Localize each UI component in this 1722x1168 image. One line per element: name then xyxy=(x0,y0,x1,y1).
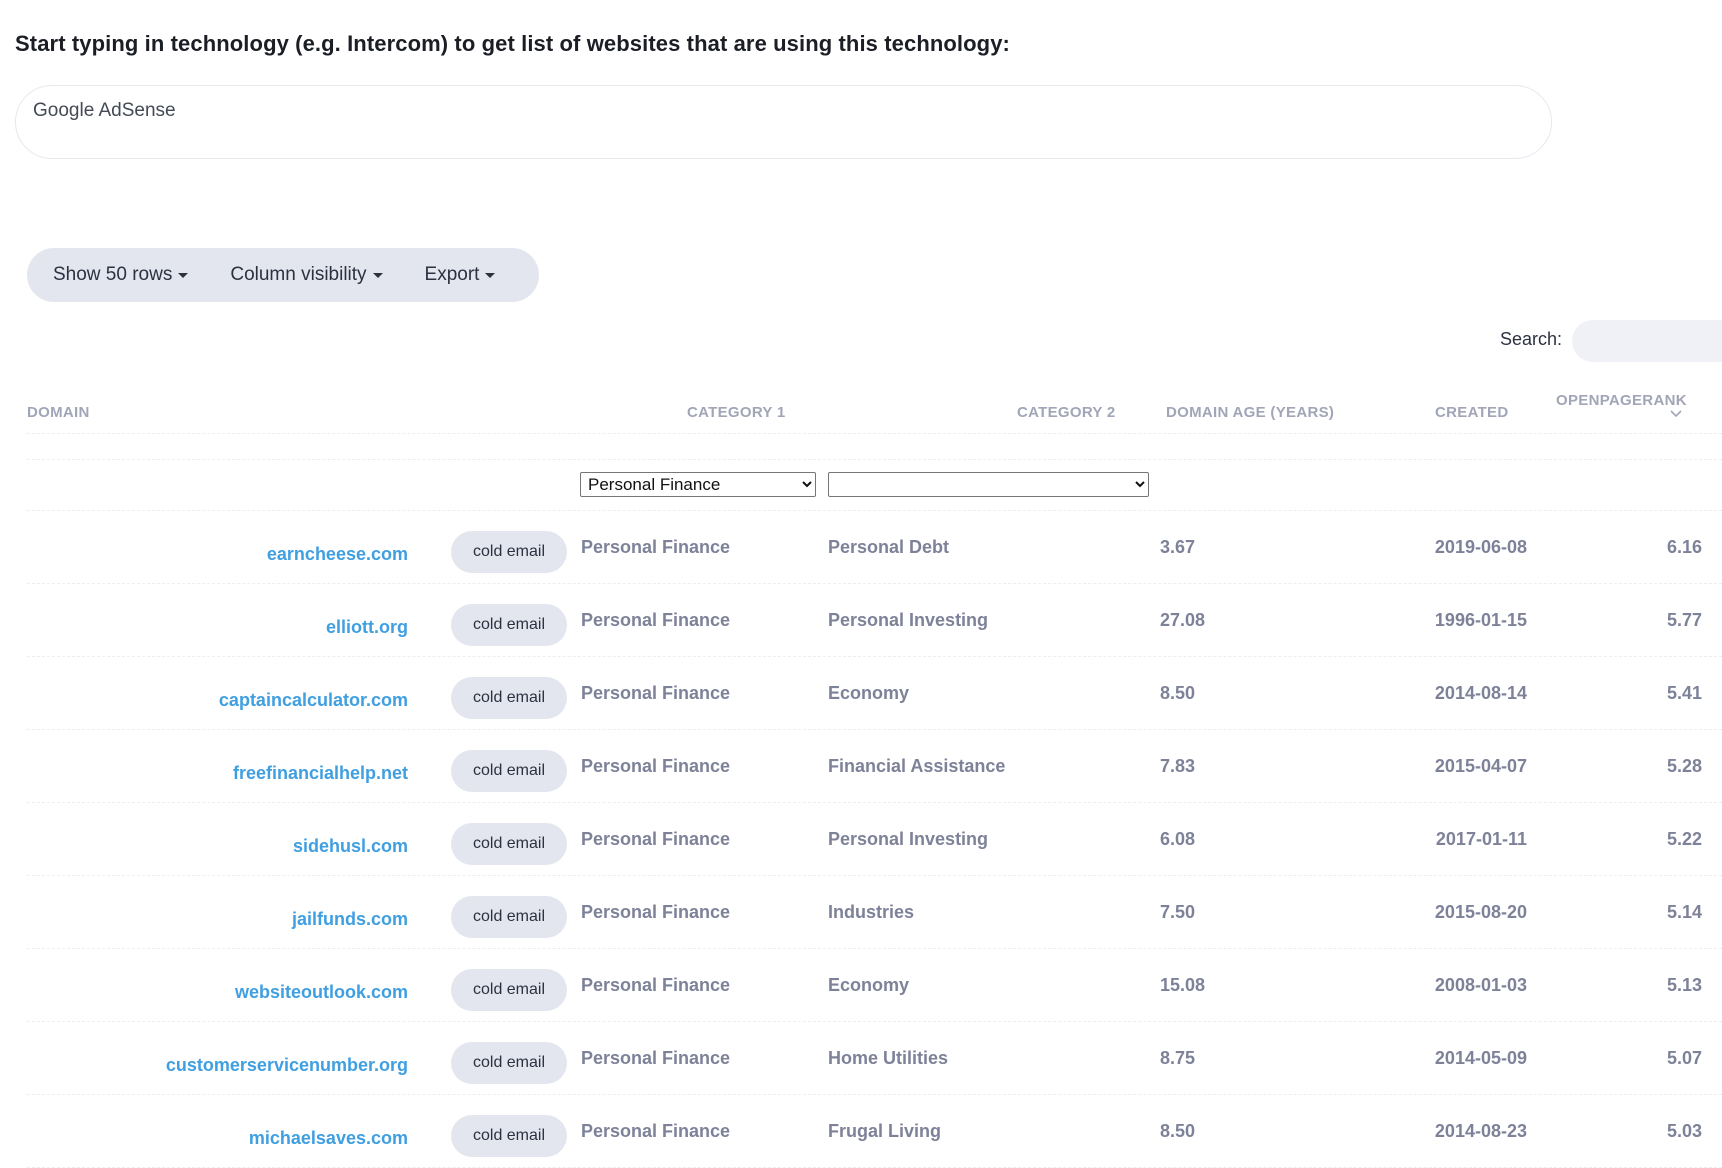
table-row: elliott.org cold email Personal Finance Per… xyxy=(0,584,1722,657)
domain-age-cell: 8.75 xyxy=(1160,1048,1196,1068)
domain-age-cell: 15.08 xyxy=(1160,975,1206,995)
cold-email-button[interactable]: cold email xyxy=(451,1115,567,1157)
domain-link[interactable]: jailfunds.com xyxy=(292,909,408,930)
table-row: michaelsaves.com cold email Personal Finan… xyxy=(0,1095,1722,1168)
domain-age-cell: 3.67 xyxy=(1160,537,1196,557)
category2-cell: Personal Investing xyxy=(828,610,989,630)
openpagerank-cell: 5.41 xyxy=(1666,683,1702,703)
show-rows-label: Show 50 rows xyxy=(53,264,173,285)
table-row: earncheese.com cold email Personal Finance… xyxy=(0,511,1722,584)
table-row: websiteoutlook.com cold email Personal Fin… xyxy=(0,949,1722,1022)
column-visibility-button[interactable]: Column visibility xyxy=(204,264,398,286)
openpagerank-cell: 5.13 xyxy=(1666,975,1702,995)
table-row: jailfunds.com cold email Personal Finance I… xyxy=(0,876,1722,949)
openpagerank-cell: 5.77 xyxy=(1666,610,1702,630)
category1-cell: Personal Finance xyxy=(581,1121,731,1141)
sort-desc-icon xyxy=(1670,410,1682,418)
cold-email-button[interactable]: cold email xyxy=(451,604,567,646)
column-header-category2[interactable]: CATEGORY 2 xyxy=(1017,404,1116,421)
cold-email-button[interactable]: cold email xyxy=(451,677,567,719)
category1-cell: Personal Finance xyxy=(581,829,731,849)
category2-cell: Economy xyxy=(828,683,910,703)
column-visibility-label: Column visibility xyxy=(230,264,367,285)
openpagerank-cell: 6.16 xyxy=(1666,537,1702,557)
domain-age-cell: 6.08 xyxy=(1160,829,1196,849)
created-cell: 2015-08-20 xyxy=(1434,902,1527,922)
created-cell: 2014-08-14 xyxy=(1434,683,1527,703)
category2-cell: Personal Investing xyxy=(828,829,989,849)
category2-filter-select[interactable] xyxy=(828,472,1149,497)
table-row: customerservicenumber.org cold email Perso… xyxy=(0,1022,1722,1095)
export-label: Export xyxy=(424,264,480,285)
caret-down-icon xyxy=(485,272,496,278)
domain-age-cell: 7.50 xyxy=(1160,902,1196,922)
header-divider xyxy=(27,459,1722,460)
column-header-domain[interactable]: DOMAIN xyxy=(27,404,90,421)
cold-email-button[interactable]: cold email xyxy=(451,1042,567,1084)
category2-cell: Financial Assistance xyxy=(828,756,1006,776)
category2-cell: Personal Debt xyxy=(828,537,950,557)
column-header-openpagerank[interactable]: OPENPAGERANK xyxy=(1556,392,1687,418)
cold-email-button[interactable]: cold email xyxy=(451,969,567,1011)
openpagerank-cell: 5.22 xyxy=(1666,829,1702,849)
technology-input[interactable]: Google AdSense xyxy=(15,85,1552,159)
category1-cell: Personal Finance xyxy=(581,1048,731,1068)
category2-cell: Industries xyxy=(828,902,915,922)
created-cell: 2015-04-07 xyxy=(1434,756,1527,776)
category1-cell: Personal Finance xyxy=(581,975,731,995)
table-row: captaincalculator.com cold email Personal … xyxy=(0,657,1722,730)
domain-link[interactable]: earncheese.com xyxy=(267,544,408,565)
column-header-created[interactable]: CREATED xyxy=(1435,404,1509,421)
page-prompt: Start typing in technology (e.g. Interco… xyxy=(15,31,1010,56)
domain-link[interactable]: websiteoutlook.com xyxy=(235,982,408,1003)
search-input[interactable] xyxy=(1572,320,1722,362)
show-rows-button[interactable]: Show 50 rows xyxy=(27,264,204,286)
openpagerank-cell: 5.03 xyxy=(1666,1121,1702,1141)
export-button[interactable]: Export xyxy=(399,264,512,286)
category2-cell: Frugal Living xyxy=(828,1121,942,1141)
caret-down-icon xyxy=(372,272,383,278)
created-cell: 2017-01-11 xyxy=(1435,829,1527,849)
cold-email-button[interactable]: cold email xyxy=(451,750,567,792)
cold-email-button[interactable]: cold email xyxy=(451,896,567,938)
domain-link[interactable]: michaelsaves.com xyxy=(249,1128,408,1149)
column-header-domain-age[interactable]: DOMAIN AGE (YEARS) xyxy=(1166,404,1334,421)
table-row: sidehusl.com cold email Personal Finance Pe… xyxy=(0,803,1722,876)
created-cell: 2014-08-23 xyxy=(1434,1121,1527,1141)
domain-link[interactable]: captaincalculator.com xyxy=(219,690,408,711)
openpagerank-cell: 5.28 xyxy=(1666,756,1702,776)
category1-cell: Personal Finance xyxy=(581,537,731,557)
openpagerank-cell: 5.07 xyxy=(1666,1048,1702,1068)
domain-age-cell: 7.83 xyxy=(1160,756,1196,776)
table-row: freefinancialhelp.net cold email Personal … xyxy=(0,730,1722,803)
domain-age-cell: 8.50 xyxy=(1160,1121,1196,1141)
header-divider xyxy=(27,433,1722,434)
column-header-category1[interactable]: CATEGORY 1 xyxy=(687,404,786,421)
category1-cell: Personal Finance xyxy=(581,683,731,703)
category2-cell: Economy xyxy=(828,975,910,995)
caret-down-icon xyxy=(178,272,189,278)
domain-link[interactable]: customerservicenumber.org xyxy=(166,1055,408,1076)
category1-cell: Personal Finance xyxy=(581,610,731,630)
category1-cell: Personal Finance xyxy=(581,756,731,776)
created-cell: 2014-05-09 xyxy=(1434,1048,1527,1068)
domain-age-cell: 27.08 xyxy=(1160,610,1206,630)
cold-email-button[interactable]: cold email xyxy=(451,531,567,573)
category2-cell: Home Utilities xyxy=(828,1048,949,1068)
domain-link[interactable]: freefinancialhelp.net xyxy=(233,763,408,784)
domain-age-cell: 8.50 xyxy=(1160,683,1196,703)
created-cell: 2019-06-08 xyxy=(1434,537,1527,557)
domain-link[interactable]: sidehusl.com xyxy=(293,836,408,857)
openpagerank-label: OPENPAGERANK xyxy=(1556,392,1687,409)
openpagerank-cell: 5.14 xyxy=(1666,902,1702,922)
table-toolbar: Show 50 rows Column visibility Export xyxy=(27,248,539,302)
domain-link[interactable]: elliott.org xyxy=(326,617,408,638)
created-cell: 1996-01-15 xyxy=(1434,610,1527,630)
created-cell: 2008-01-03 xyxy=(1434,975,1527,995)
category1-cell: Personal Finance xyxy=(581,902,731,922)
category1-filter-select[interactable]: Personal Finance xyxy=(580,472,816,497)
cold-email-button[interactable]: cold email xyxy=(451,823,567,865)
search-label: Search: xyxy=(1500,329,1563,349)
